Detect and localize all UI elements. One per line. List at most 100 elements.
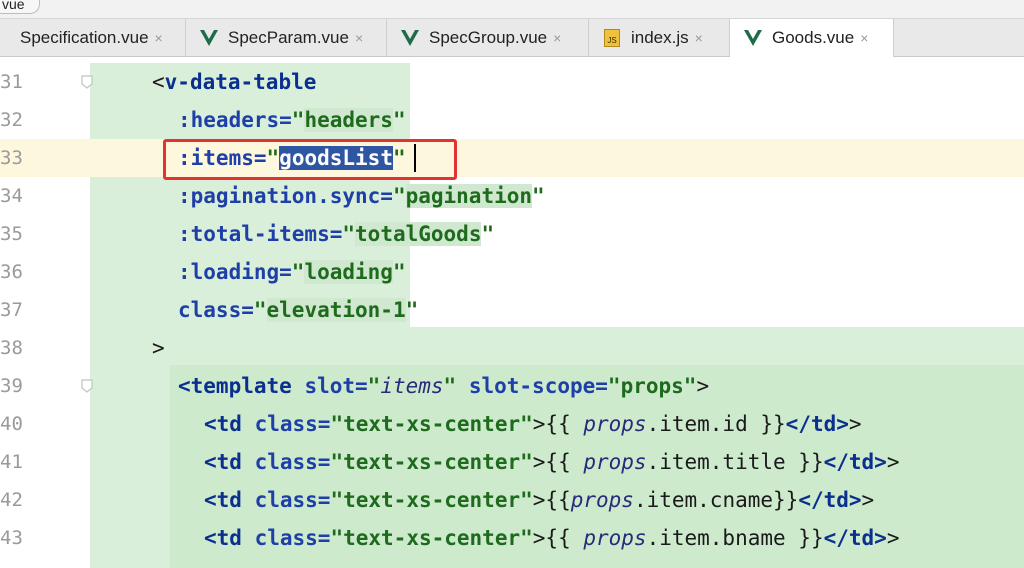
attribute-value: text-xs-center: [343, 450, 521, 474]
quote: ": [330, 526, 344, 550]
code-line-31: <v-data-table: [152, 63, 316, 101]
tag-name: </td>: [823, 450, 887, 474]
quote: ": [520, 450, 533, 474]
attribute-name: :headers=: [178, 108, 292, 132]
expression-object: props: [570, 488, 634, 512]
attribute-name: slot=: [291, 374, 368, 398]
quote: ": [532, 184, 545, 208]
quote: ": [367, 374, 381, 398]
attribute-name: class=: [178, 298, 254, 322]
expression-path: .item.cname: [633, 488, 774, 512]
tag-name: <td: [204, 488, 242, 512]
bracket: >: [152, 336, 165, 360]
tab-index-js[interactable]: JS index.js ×: [589, 19, 730, 56]
js-file-icon-text: JS: [604, 28, 620, 47]
close-icon[interactable]: ×: [355, 30, 363, 46]
interpolation-open: >{{: [532, 526, 584, 550]
fold-marker-icon[interactable]: [80, 75, 94, 89]
close-icon[interactable]: ×: [553, 30, 561, 46]
tab-label: SpecGroup.vue: [429, 27, 548, 47]
attribute-value: text-xs-center: [343, 412, 521, 436]
tab-label: index.js: [631, 27, 689, 47]
attribute-name: class=: [241, 526, 331, 550]
bracket: >: [696, 374, 710, 398]
tag-name: </td>: [785, 412, 849, 436]
code-line-37: class="elevation-1": [178, 291, 418, 329]
attribute-name: :pagination.sync=: [178, 184, 393, 208]
tab-specification[interactable]: Specification.vue ×: [0, 19, 186, 56]
vue-icon: [198, 27, 220, 49]
line-gutter: 31 32 33 34 35 36 37 38 39 40 41 42 43: [0, 57, 90, 568]
code-line-43: <td class="text-xs-center">{{ props.item…: [204, 519, 899, 557]
code-line-38: >: [152, 329, 165, 367]
quote: ": [520, 412, 533, 436]
tab-label: Specification.vue: [20, 27, 149, 47]
bracket: >: [861, 488, 875, 512]
quote: ": [443, 374, 457, 398]
breadcrumb-bar: vue: [0, 0, 1024, 19]
expression-path: .item.id: [646, 412, 748, 436]
interpolation-close: }}: [773, 488, 799, 512]
tag-name: v-data-table: [164, 70, 317, 94]
quote: ": [481, 222, 495, 246]
code-line-41: <td class="text-xs-center">{{ props.item…: [204, 443, 899, 481]
quote: ": [520, 488, 533, 512]
interpolation-close: }}: [785, 526, 824, 550]
attribute-name: :loading=: [178, 260, 292, 284]
attribute-value: props: [620, 374, 684, 398]
code-line-39: <template slot="items" slot-scope="props…: [178, 367, 709, 405]
tab-specparam[interactable]: SpecParam.vue ×: [186, 19, 387, 56]
highlight-box: [163, 139, 457, 180]
line-number: 34: [0, 185, 23, 207]
line-number: 39: [0, 375, 23, 397]
tab-label: Goods.vue: [772, 28, 855, 47]
interpolation-close: }}: [747, 412, 786, 436]
tab-goods[interactable]: Goods.vue ×: [730, 19, 894, 57]
code-line-34: :pagination.sync="pagination": [178, 177, 545, 215]
vue-icon: [399, 27, 421, 49]
current-line-highlight: [0, 139, 1024, 177]
quote: ": [330, 488, 344, 512]
quote: ": [253, 298, 267, 322]
tab-label: SpecParam.vue: [228, 27, 349, 47]
code-line-32: :headers="headers": [178, 101, 406, 139]
code-editor[interactable]: 31 32 33 34 35 36 37 38 39 40 41 42 43 <…: [0, 57, 1024, 568]
attribute-name: slot-scope=: [456, 374, 608, 398]
close-icon[interactable]: ×: [860, 30, 868, 46]
tag-name: <td: [204, 526, 242, 550]
quote: ": [683, 374, 697, 398]
close-icon[interactable]: ×: [155, 30, 163, 46]
breadcrumb-item[interactable]: vue: [0, 0, 40, 14]
quote: ": [520, 526, 533, 550]
line-number: 38: [0, 337, 23, 359]
quote: ": [405, 298, 419, 322]
quote: ": [342, 222, 356, 246]
line-number: 43: [0, 527, 23, 549]
quote: ": [392, 184, 406, 208]
quote: ": [291, 260, 305, 284]
quote: ": [291, 108, 305, 132]
close-icon[interactable]: ×: [695, 30, 703, 46]
tag-name: <td: [204, 412, 242, 436]
code-line-35: :total-items="totalGoods": [178, 215, 494, 253]
quote: ": [392, 260, 406, 284]
code-line-40: <td class="text-xs-center">{{ props.item…: [204, 405, 862, 443]
attribute-value: items: [380, 374, 444, 398]
interpolation-open: >{{: [532, 412, 584, 436]
interpolation-close: }}: [785, 450, 824, 474]
quote: ": [607, 374, 621, 398]
expression-object: props: [583, 412, 647, 436]
tab-specgroup[interactable]: SpecGroup.vue ×: [387, 19, 589, 56]
line-number: 33: [0, 147, 23, 169]
line-number: 35: [0, 223, 23, 245]
attribute-value: text-xs-center: [343, 488, 521, 512]
attribute-name: :total-items=: [178, 222, 343, 246]
vue-icon: [742, 27, 764, 49]
attribute-name: class=: [241, 412, 331, 436]
attribute-name: class=: [241, 450, 331, 474]
expression-object: props: [583, 450, 647, 474]
fold-marker-icon[interactable]: [80, 379, 94, 393]
quote: ": [330, 412, 344, 436]
line-number: 32: [0, 109, 23, 131]
line-number: 37: [0, 299, 23, 321]
